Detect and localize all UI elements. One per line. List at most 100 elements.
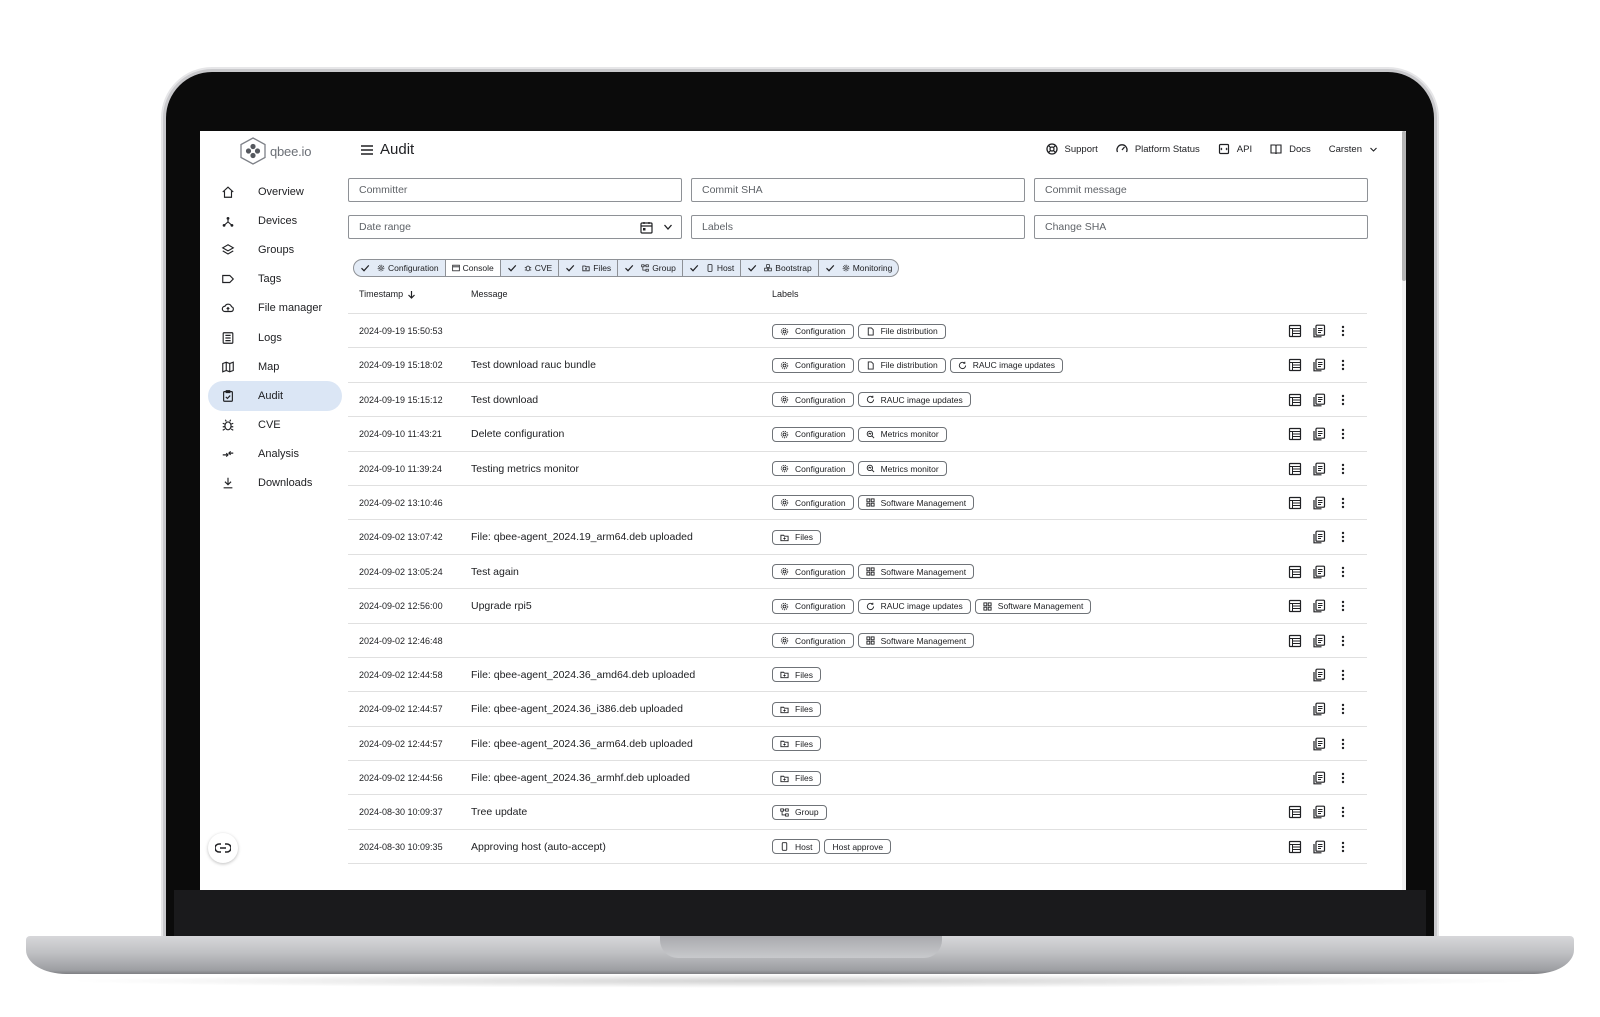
filter-chip-host[interactable]: Host — [683, 260, 742, 276]
copy-document-icon[interactable] — [1312, 462, 1326, 476]
copy-document-icon[interactable] — [1312, 771, 1326, 785]
table-view-icon[interactable] — [1288, 634, 1302, 648]
table-row[interactable]: 2024-09-02 12:44:57 File: qbee-agent_202… — [348, 692, 1367, 727]
more-vertical-icon[interactable] — [1336, 530, 1350, 544]
label-tag-software-management[interactable]: Software Management — [974, 598, 1092, 614]
more-vertical-icon[interactable] — [1336, 324, 1350, 338]
scrollbar-thumb[interactable] — [1402, 131, 1406, 281]
filter-chip-console[interactable]: Console — [445, 260, 501, 276]
label-tag-files[interactable]: Files — [772, 736, 821, 752]
label-tag-files[interactable]: Files — [772, 770, 821, 786]
change-sha-field[interactable]: Change SHA — [1034, 215, 1368, 239]
more-vertical-icon[interactable] — [1336, 668, 1350, 682]
filter-chip-monitoring[interactable]: Monitoring — [819, 260, 899, 276]
commit-message-field[interactable]: Commit message — [1034, 178, 1368, 202]
table-row[interactable]: 2024-09-10 11:39:24 Testing metrics moni… — [348, 452, 1367, 486]
more-vertical-icon[interactable] — [1336, 634, 1350, 648]
label-tag-rauc-image-updates[interactable]: RAUC image updates — [857, 598, 971, 614]
label-tag-rauc-image-updates[interactable]: RAUC image updates — [949, 357, 1063, 373]
more-vertical-icon[interactable] — [1336, 771, 1350, 785]
filter-chip-cve[interactable]: CVE — [501, 260, 560, 276]
label-tag-metrics-monitor[interactable]: Metrics monitor — [857, 461, 947, 477]
more-vertical-icon[interactable] — [1336, 358, 1350, 372]
copy-document-icon[interactable] — [1312, 358, 1326, 372]
table-row[interactable]: 2024-09-02 12:44:58 File: qbee-agent_202… — [348, 658, 1367, 693]
label-tag-configuration[interactable]: Configuration — [772, 426, 854, 442]
label-tag-files[interactable]: Files — [772, 667, 821, 683]
table-row[interactable]: 2024-09-19 15:18:02 Test download rauc b… — [348, 348, 1367, 383]
docs-link[interactable]: Docs — [1270, 143, 1311, 155]
table-row[interactable]: 2024-09-19 15:15:12 Test download Config… — [348, 383, 1367, 418]
table-row[interactable]: 2024-09-19 15:50:53 Configuration File di… — [348, 314, 1367, 349]
table-view-icon[interactable] — [1288, 840, 1302, 854]
sidebar-item-audit[interactable]: Audit — [208, 381, 342, 411]
table-row[interactable]: 2024-09-02 12:56:00 Upgrade rpi5 Configu… — [348, 589, 1367, 624]
copy-document-icon[interactable] — [1312, 324, 1326, 338]
copy-document-icon[interactable] — [1312, 668, 1326, 682]
table-view-icon[interactable] — [1288, 805, 1302, 819]
sidebar-item-cve[interactable]: CVE — [208, 411, 342, 440]
sidebar-item-downloads[interactable]: Downloads — [208, 469, 342, 498]
logo[interactable]: qbee.io — [240, 137, 311, 165]
label-tag-file-distribution[interactable]: File distribution — [857, 357, 946, 373]
copy-document-icon[interactable] — [1312, 427, 1326, 441]
more-vertical-icon[interactable] — [1336, 805, 1350, 819]
label-tag-configuration[interactable]: Configuration — [772, 598, 854, 614]
more-vertical-icon[interactable] — [1336, 737, 1350, 751]
user-menu[interactable]: Carsten — [1329, 144, 1378, 155]
table-row[interactable]: 2024-08-30 10:09:37 Tree update Group — [348, 795, 1367, 830]
label-tag-host-approve[interactable]: Host approve — [824, 839, 892, 855]
more-vertical-icon[interactable] — [1336, 462, 1350, 476]
table-view-icon[interactable] — [1288, 462, 1302, 476]
collapse-sidebar-button[interactable] — [208, 833, 238, 863]
copy-document-icon[interactable] — [1312, 393, 1326, 407]
copy-document-icon[interactable] — [1312, 702, 1326, 716]
table-view-icon[interactable] — [1288, 324, 1302, 338]
table-row[interactable]: 2024-09-02 13:07:42 File: qbee-agent_202… — [348, 520, 1367, 555]
sidebar-item-overview[interactable]: Overview — [208, 177, 342, 206]
filter-chip-bootstrap[interactable]: Bootstrap — [741, 260, 819, 276]
table-row[interactable]: 2024-09-10 11:43:21 Delete configuration… — [348, 417, 1367, 452]
more-vertical-icon[interactable] — [1336, 599, 1350, 613]
table-view-icon[interactable] — [1288, 393, 1302, 407]
commit-sha-field[interactable]: Commit SHA — [691, 178, 1025, 202]
date-range-field[interactable]: Date range — [348, 215, 682, 239]
scrollbar[interactable] — [1402, 131, 1406, 890]
copy-document-icon[interactable] — [1312, 840, 1326, 854]
sidebar-item-groups[interactable]: Groups — [208, 235, 342, 264]
sidebar-item-tags[interactable]: Tags — [208, 265, 342, 294]
table-view-icon[interactable] — [1288, 427, 1302, 441]
label-tag-configuration[interactable]: Configuration — [772, 323, 854, 339]
more-vertical-icon[interactable] — [1336, 496, 1350, 510]
table-view-icon[interactable] — [1288, 496, 1302, 510]
table-row[interactable]: 2024-09-02 12:46:48 Configuration Softwar… — [348, 624, 1367, 658]
table-view-icon[interactable] — [1288, 599, 1302, 613]
table-row[interactable]: 2024-09-02 12:44:56 File: qbee-agent_202… — [348, 761, 1367, 796]
label-tag-configuration[interactable]: Configuration — [772, 461, 854, 477]
label-tag-configuration[interactable]: Configuration — [772, 357, 854, 373]
sidebar-item-logs[interactable]: Logs — [208, 323, 342, 352]
table-row[interactable]: 2024-08-30 10:09:35 Approving host (auto… — [348, 830, 1367, 865]
copy-document-icon[interactable] — [1312, 530, 1326, 544]
label-tag-software-management[interactable]: Software Management — [857, 495, 975, 511]
sidebar-item-file-manager[interactable]: File manager — [208, 294, 342, 323]
table-view-icon[interactable] — [1288, 565, 1302, 579]
sidebar-item-map[interactable]: Map — [208, 352, 342, 381]
sidebar-item-analysis[interactable]: Analysis — [208, 440, 342, 469]
label-tag-configuration[interactable]: Configuration — [772, 495, 854, 511]
table-row[interactable]: 2024-09-02 12:44:57 File: qbee-agent_202… — [348, 727, 1367, 762]
label-tag-configuration[interactable]: Configuration — [772, 392, 854, 408]
label-tag-files[interactable]: Files — [772, 529, 821, 545]
more-vertical-icon[interactable] — [1336, 565, 1350, 579]
label-tag-group[interactable]: Group — [772, 804, 827, 820]
copy-document-icon[interactable] — [1312, 599, 1326, 613]
label-tag-configuration[interactable]: Configuration — [772, 564, 854, 580]
label-tag-files[interactable]: Files — [772, 701, 821, 717]
more-vertical-icon[interactable] — [1336, 427, 1350, 441]
more-vertical-icon[interactable] — [1336, 840, 1350, 854]
table-row[interactable]: 2024-09-02 13:05:24 Test again Configura… — [348, 555, 1367, 590]
label-tag-host[interactable]: Host — [772, 839, 821, 855]
committer-field[interactable]: Committer — [348, 178, 682, 202]
sidebar-item-devices[interactable]: Devices — [208, 206, 342, 235]
copy-document-icon[interactable] — [1312, 737, 1326, 751]
